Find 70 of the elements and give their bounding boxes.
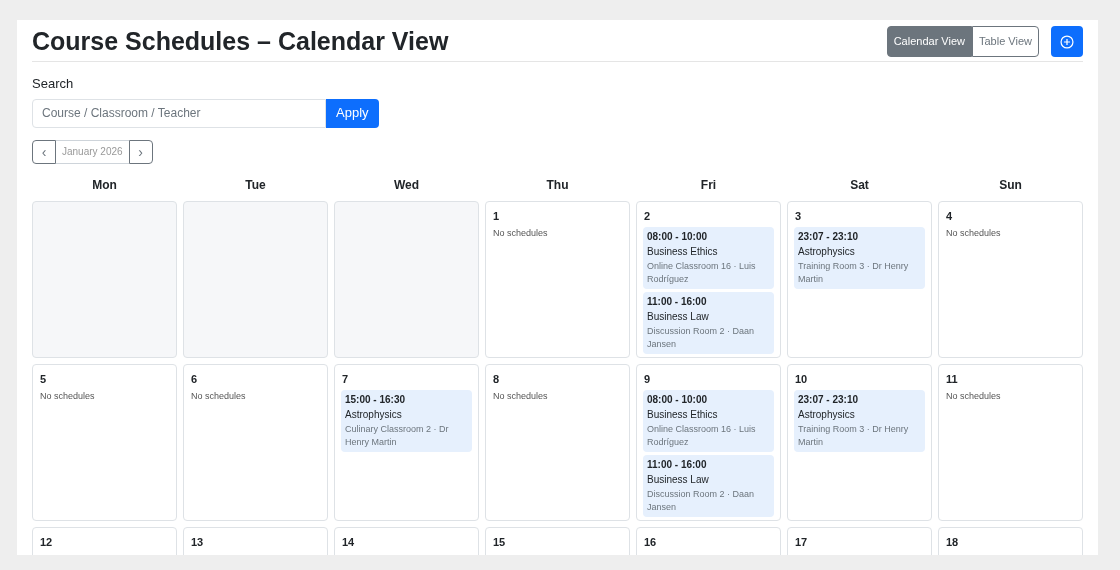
search-field[interactable]: Course / Classroom / Teacher <box>32 98 326 128</box>
schedule-entry[interactable]: 08:00 - 10:00 Business Ethics Online Classroom 16 · Luis Rodríguez <box>643 390 774 452</box>
schedule-details: Culinary Classroom 2 · Dr Henry Martin <box>345 423 450 449</box>
schedule-time: 23:07 - 23:10 <box>798 230 860 243</box>
previous-month-button[interactable]: ‹ <box>32 139 56 164</box>
weekday-header: Tue <box>244 176 267 194</box>
day-number: 17 <box>794 534 809 550</box>
view-toggle-tab[interactable]: Table View <box>972 26 1039 57</box>
course-name: Business Ethics <box>647 408 719 421</box>
view-toggle-tab[interactable]: Calendar View <box>886 26 972 57</box>
page-title: Course Schedules – Calendar View <box>32 29 449 54</box>
day-number: 9 <box>643 371 652 387</box>
schedule-time: 08:00 - 10:00 <box>647 230 709 243</box>
day-number: 11 <box>945 371 959 387</box>
next-month-button[interactable]: › <box>128 139 153 164</box>
day-number: 6 <box>190 371 199 387</box>
day-number: 5 <box>39 371 48 387</box>
add-button[interactable] <box>1051 26 1083 57</box>
day-number: 4 <box>945 208 954 224</box>
day-number: 3 <box>794 208 803 224</box>
no-schedules-text: No schedules <box>190 390 247 403</box>
month-label: January 2026 <box>56 139 129 164</box>
day-number: 2 <box>643 208 652 224</box>
plus-circle-icon <box>1060 34 1074 49</box>
course-name: Business Ethics <box>647 245 719 258</box>
course-name: Astrophysics <box>798 408 856 421</box>
no-schedules-text: No schedules <box>945 390 1002 403</box>
weekday-header: Mon <box>91 176 118 194</box>
day-number: 13 <box>190 534 205 550</box>
apply-button[interactable]: Apply <box>326 98 379 128</box>
schedule-details: Training Room 3 · Dr Henry Martin <box>798 260 910 286</box>
day-number: 12 <box>39 534 54 550</box>
day-number: 15 <box>492 534 507 550</box>
schedule-entry[interactable]: 23:07 - 23:10 Astrophysics Training Room 3 · Dr Henry Martin <box>794 227 925 289</box>
schedule-entry[interactable]: 08:00 - 10:00 Business Ethics Online Classroom 16 · Luis Rodríguez <box>643 227 774 289</box>
schedule-details: Online Classroom 16 · Luis Rodríguez <box>647 260 757 286</box>
weekday-header: Fri <box>699 176 718 194</box>
no-schedules-text: No schedules <box>492 390 549 403</box>
no-schedules-text: No schedules <box>39 390 96 403</box>
schedule-time: 11:00 - 16:00 <box>647 458 708 471</box>
schedule-time: 11:00 - 16:00 <box>647 295 708 308</box>
day-number: 18 <box>945 534 960 550</box>
weekday-header: Sun <box>998 176 1023 194</box>
schedule-details: Training Room 3 · Dr Henry Martin <box>798 423 910 449</box>
day-number: 8 <box>492 371 501 387</box>
search-label: Search <box>32 75 74 93</box>
schedule-entry[interactable]: 11:00 - 16:00 Business Law Discussion Room 2 · Daan Jansen <box>643 292 774 354</box>
course-name: Business Law <box>647 310 710 323</box>
schedule-details: Discussion Room 2 · Daan Jansen <box>647 488 756 514</box>
schedule-time: 23:07 - 23:10 <box>798 393 860 406</box>
no-schedules-text: No schedules <box>945 227 1002 240</box>
weekday-header: Wed <box>392 176 421 194</box>
course-name: Astrophysics <box>345 408 403 421</box>
day-number: 1 <box>492 208 501 224</box>
schedule-time: 08:00 - 10:00 <box>647 393 709 406</box>
day-number: 14 <box>341 534 356 550</box>
day-number: 7 <box>341 371 350 387</box>
schedule-entry[interactable]: 23:07 - 23:10 Astrophysics Training Room 3 · Dr Henry Martin <box>794 390 925 452</box>
no-schedules-text: No schedules <box>492 227 549 240</box>
course-name: Astrophysics <box>798 245 856 258</box>
weekday-header: Sat <box>849 176 870 194</box>
weekday-header: Thu <box>545 176 570 194</box>
course-name: Business Law <box>647 473 710 486</box>
schedule-details: Discussion Room 2 · Daan Jansen <box>647 325 756 351</box>
day-number: 10 <box>794 371 809 387</box>
day-number: 16 <box>643 534 658 550</box>
schedule-entry[interactable]: 11:00 - 16:00 Business Law Discussion Room 2 · Daan Jansen <box>643 455 774 517</box>
schedule-entry[interactable]: 15:00 - 16:30 Astrophysics Culinary Classroom 2 · Dr Henry Martin <box>341 390 472 452</box>
schedule-time: 15:00 - 16:30 <box>345 393 407 406</box>
schedule-details: Online Classroom 16 · Luis Rodríguez <box>647 423 757 449</box>
